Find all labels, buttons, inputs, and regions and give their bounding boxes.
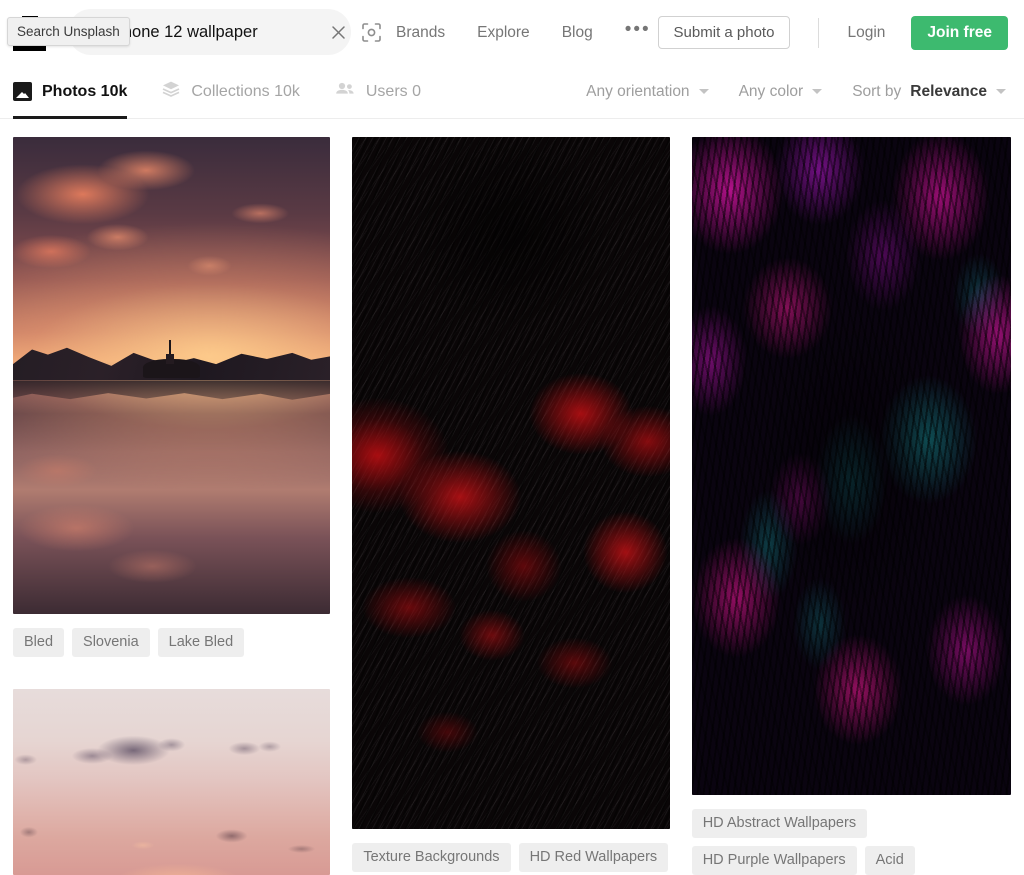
collections-icon [161,79,181,104]
nav-item-blog[interactable]: Blog [562,24,593,42]
nav-item-explore[interactable]: Explore [477,24,530,42]
site-header: Search Unsplash Brands Explore Blog ••• [0,0,1024,65]
filter-sort-label: Sort by [852,82,902,100]
results-column-3: HD Abstract Wallpapers HD Purple Wallpap… [691,137,1011,875]
tag-chip[interactable]: Acid [864,846,915,875]
church-spire [166,339,175,364]
tag-chip[interactable]: Slovenia [72,628,150,658]
search-filters: Any orientation Any color Sort by Releva… [586,65,1006,118]
search-tabs: Photos 10k Collections 10k Users 0 [0,65,421,119]
photo-tags-purple-abstract: HD Abstract Wallpapers HD Purple Wallpap… [691,809,1011,875]
filter-sort-value: Relevance [910,82,987,100]
tag-chip[interactable]: Texture Backgrounds [352,843,511,872]
results-column-2: Texture Backgrounds HD Red Wallpapers [352,137,670,875]
filter-orientation[interactable]: Any orientation [586,82,709,101]
users-icon [334,79,356,104]
results-column-1: Bled Slovenia Lake Bled [13,137,331,875]
tag-chip[interactable]: HD Abstract Wallpapers [691,809,868,838]
tab-photos-label: Photos 10k [42,82,128,100]
search-results-grid: Bled Slovenia Lake Bled Texture Backgrou… [0,119,1024,875]
header-actions: Submit a photo Login Join free [657,0,1008,65]
primary-nav: Brands Explore Blog ••• [396,0,651,65]
chevron-down-icon [996,89,1006,94]
photos-icon [13,82,32,101]
nav-more-icon[interactable]: ••• [625,20,651,41]
photo-red-fractal-texture[interactable] [352,137,670,829]
tag-chip[interactable]: HD Purple Wallpapers [691,846,857,875]
tag-chip[interactable]: Lake Bled [157,628,245,658]
photo-purple-teal-abstract[interactable] [691,137,1011,795]
tab-photos[interactable]: Photos 10k [13,65,128,119]
filter-color-label: Any color [738,82,804,100]
tab-collections-label: Collections 10k [191,82,300,100]
login-link[interactable]: Login [847,24,885,42]
submit-photo-label: Submit a photo [673,24,775,41]
filter-sort[interactable]: Sort by Relevance [852,83,1006,101]
tab-users-label: Users 0 [365,82,421,100]
tab-collections[interactable]: Collections 10k [161,65,300,118]
join-free-button[interactable]: Join free [911,15,1008,50]
chevron-down-icon [812,89,823,94]
filter-orientation-label: Any orientation [586,82,690,100]
chevron-down-icon [698,89,709,94]
clear-search-icon[interactable] [330,17,347,47]
photo-tags-lake-bled: Bled Slovenia Lake Bled [13,628,330,658]
nav-item-brands[interactable]: Brands [396,24,445,42]
tab-users[interactable]: Users 0 [334,65,421,118]
search-tabbar: Photos 10k Collections 10k Users 0 Any o… [0,65,1024,119]
tag-chip[interactable]: Bled [13,628,65,658]
header-divider [818,17,820,48]
search-unsplash-tooltip: Search Unsplash [7,17,130,46]
water-reflection-edge [13,380,331,400]
filter-color[interactable]: Any color [739,83,823,101]
visual-search-icon[interactable] [361,17,382,47]
photo-lake-bled-sunset[interactable] [13,137,331,615]
photo-tags-red-fractal: Texture Backgrounds HD Red Wallpapers [352,843,669,872]
submit-photo-button[interactable]: Submit a photo [657,16,791,49]
search-unsplash-tooltip-label: Search Unsplash [17,24,120,39]
photo-pastel-sunset-sky[interactable] [13,689,331,875]
tag-chip[interactable]: HD Red Wallpapers [518,843,669,872]
